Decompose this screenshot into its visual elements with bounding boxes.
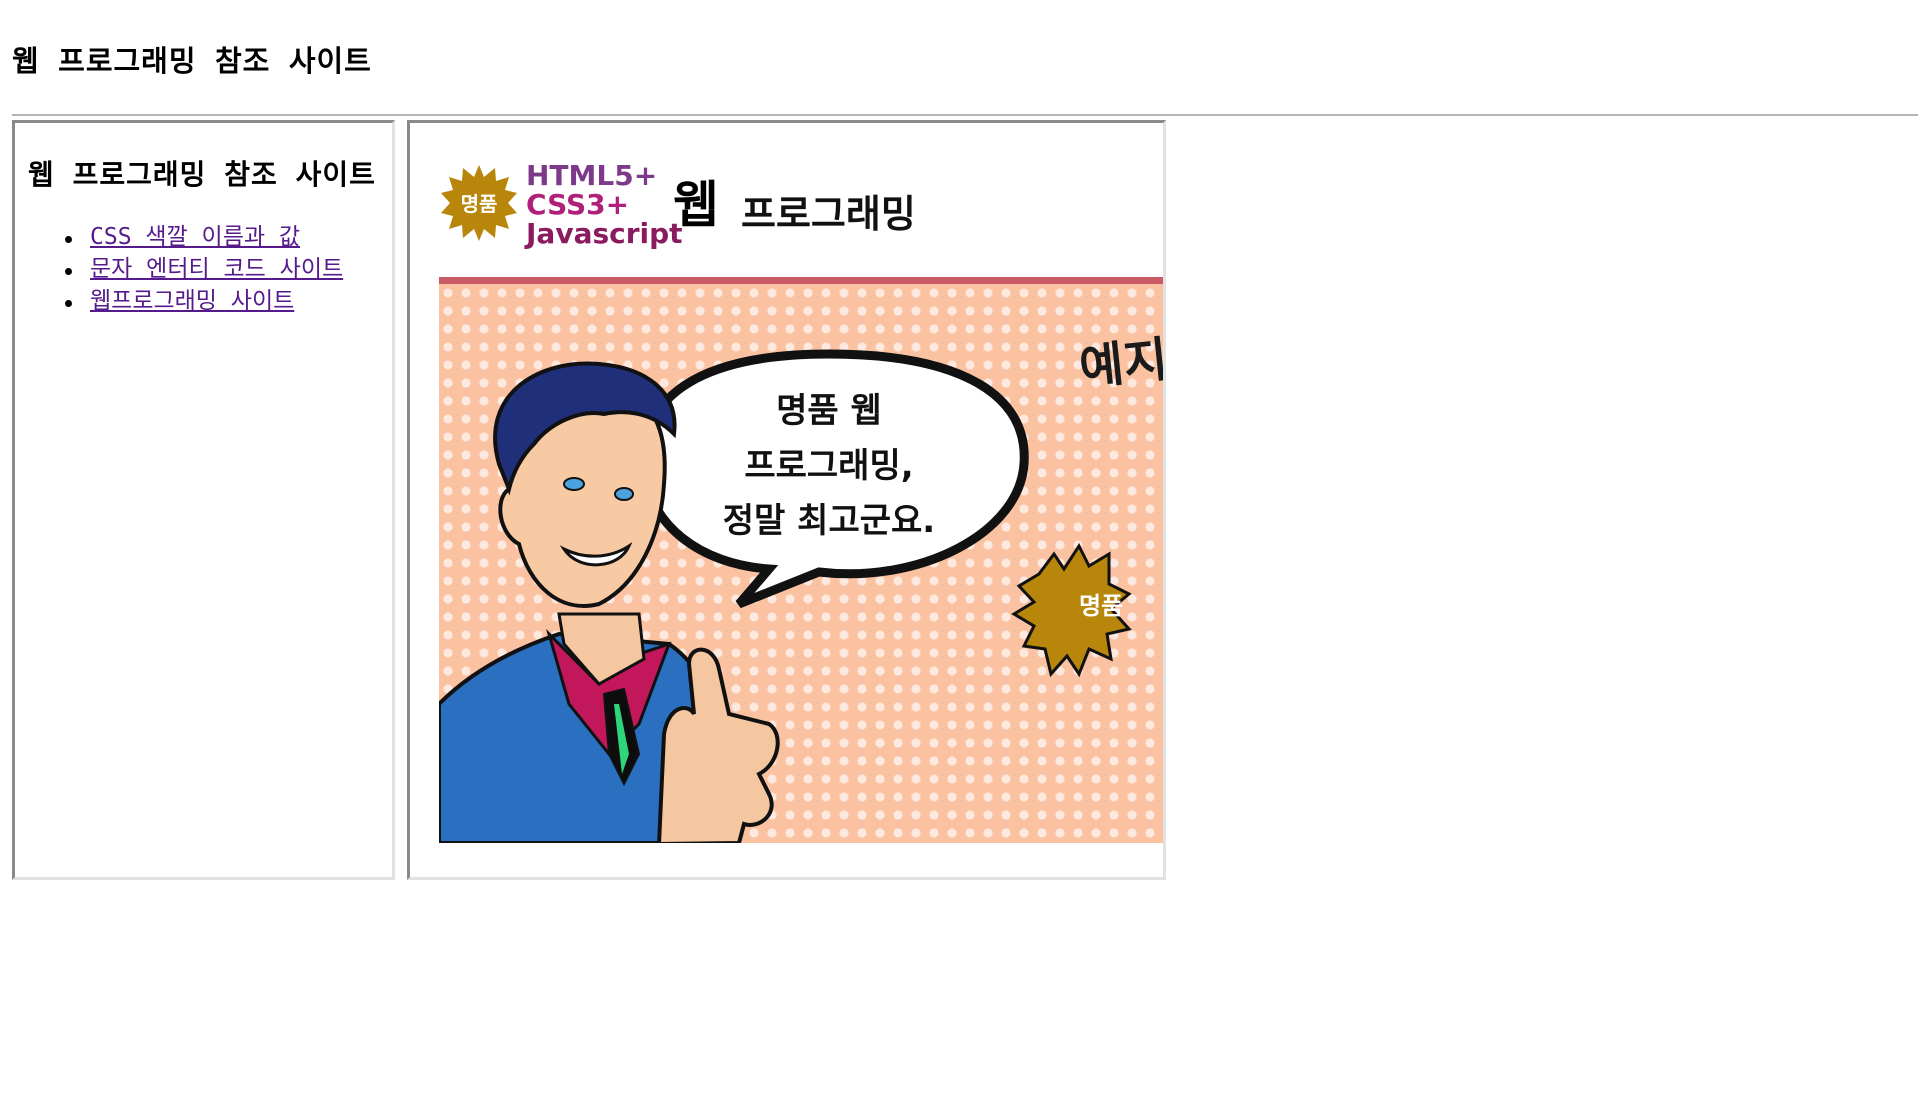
list-item: CSS 색깔 이름과 값 [57, 221, 343, 253]
page-title: 웹 프로그래밍 참조 사이트 [12, 44, 372, 78]
banner-divider [439, 277, 1163, 284]
link-css-colors[interactable]: CSS 색깔 이름과 값 [90, 224, 300, 250]
link-web-programming[interactable]: 웹프로그래밍 사이트 [90, 288, 294, 314]
tech-stack-text: HTML5+ CSS3+ Javascript [526, 161, 683, 248]
bubble-line-2: 프로그래밍, [744, 446, 914, 486]
banner-programming-word: 프로그래밍 [741, 192, 916, 236]
side-badge-label: 명품 [1079, 592, 1124, 620]
side-partial-text: 예지 [1076, 331, 1166, 397]
page: 웹 프로그래밍 참조 사이트 웹 프로그래밍 참조 사이트 CSS 색깔 이름과… [0, 0, 1920, 1094]
stack-javascript: Javascript [526, 217, 683, 250]
link-entity-codes[interactable]: 문자 엔터티 코드 사이트 [90, 256, 343, 282]
banner-web-word: 웹 [673, 176, 719, 234]
starburst-badge-icon: 명품 [441, 165, 517, 241]
stack-css3: CSS3+ [526, 188, 630, 221]
comic-illustration: 명품 웹 프로그래밍, 정말 최고군요. 예지 명품 [439, 284, 1166, 843]
comic-man-illustration [439, 349, 1132, 843]
bubble-line-1: 명품 웹 [776, 391, 882, 431]
list-item: 웹프로그래밍 사이트 [57, 285, 343, 317]
bubble-line-3: 정말 최고군요. [722, 501, 936, 541]
link-list: CSS 색깔 이름과 값 문자 엔터티 코드 사이트 웹프로그래밍 사이트 [57, 221, 343, 317]
book-banner-image: 명품 HTML5+ CSS3+ Javascript 웹 프로그래밍 명품 웹 … [439, 153, 1166, 843]
horizontal-rule [12, 114, 1918, 116]
left-frame-heading: 웹 프로그래밍 참조 사이트 [28, 158, 376, 191]
right-iframe[interactable]: 명품 HTML5+ CSS3+ Javascript 웹 프로그래밍 명품 웹 … [407, 120, 1166, 880]
speech-bubble-text: 명품 웹 프로그래밍, 정말 최고군요. [699, 384, 959, 549]
badge-label: 명품 [461, 192, 498, 216]
stack-html5: HTML5+ [526, 159, 658, 192]
left-iframe[interactable]: 웹 프로그래밍 참조 사이트 CSS 색깔 이름과 값 문자 엔터티 코드 사이… [12, 120, 395, 880]
list-item: 문자 엔터티 코드 사이트 [57, 253, 343, 285]
